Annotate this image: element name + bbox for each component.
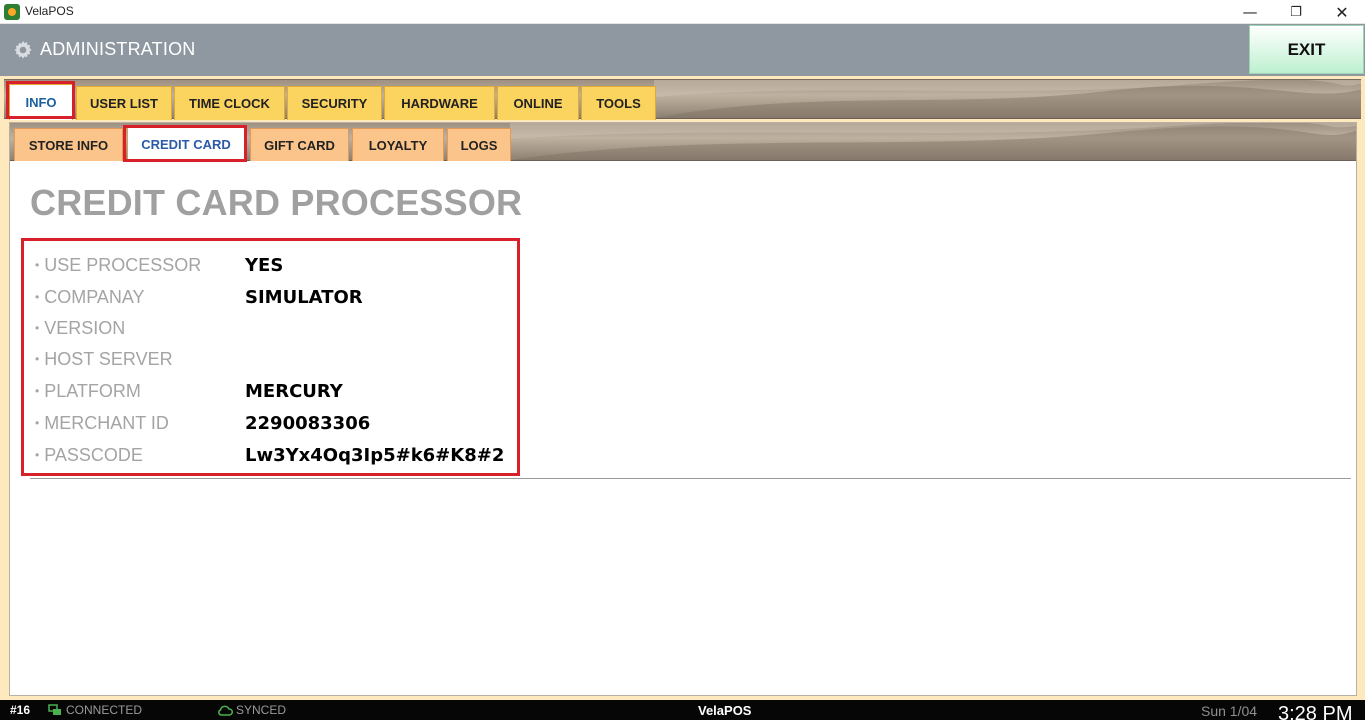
subtab-store-info[interactable]: STORE INFO (14, 128, 123, 161)
tab-security[interactable]: SECURITY (287, 86, 382, 120)
window-title: VelaPOS (25, 4, 74, 18)
label-use-processor: • USE PROCESSOR (35, 255, 202, 275)
brand-label: VelaPOS (698, 703, 752, 718)
label-passcode: • PASSCODE (35, 445, 143, 465)
value-platform: MERCURY (245, 381, 343, 402)
label-platform: • PLATFORM (35, 381, 141, 401)
exit-button[interactable]: EXIT (1249, 25, 1364, 74)
label-host-server: • HOST SERVER (35, 349, 173, 369)
main-tab-strip: INFO USER LIST TIME CLOCK SECURITY HARDW… (4, 79, 1361, 120)
value-passcode: Lw3Yx4Oq3Ip5#k6#K8#2 (245, 445, 505, 466)
tab-info[interactable]: INFO (9, 84, 73, 120)
tab-user-list[interactable]: USER LIST (76, 86, 172, 120)
network-connected-icon (48, 704, 61, 715)
close-button[interactable]: ✕ (1319, 0, 1365, 24)
sync-status: SYNCED (236, 703, 287, 717)
tab-time-clock[interactable]: TIME CLOCK (174, 86, 285, 120)
page-title: ADMINISTRATION (40, 39, 196, 59)
label-version: • VERSION (35, 318, 126, 338)
label-company: • COMPANAY (35, 287, 145, 307)
main-frame: INFO USER LIST TIME CLOCK SECURITY HARDW… (0, 76, 1365, 700)
tab-tools[interactable]: TOOLS (581, 86, 656, 120)
value-merchant-id: 2290083306 (245, 413, 371, 434)
admin-header: ADMINISTRATION (0, 24, 1365, 76)
label-merchant-id: • MERCHANT ID (35, 413, 169, 433)
window-titlebar: VelaPOS — ❐ ✕ (0, 0, 1365, 24)
minimize-button[interactable]: — (1227, 0, 1273, 24)
value-company: SIMULATOR (245, 287, 363, 308)
connection-status: CONNECTED (66, 703, 143, 717)
gear-icon (14, 40, 32, 59)
status-time: 3:28 PM (1278, 703, 1353, 720)
section-title: CREDIT CARD PROCESSOR (30, 182, 523, 223)
subtab-loyalty[interactable]: LOYALTY (352, 128, 444, 161)
tab-hardware[interactable]: HARDWARE (384, 86, 495, 120)
station-number: #16 (10, 703, 31, 717)
subtab-credit-card[interactable]: CREDIT CARD (127, 126, 245, 162)
maximize-button[interactable]: ❐ (1273, 0, 1319, 24)
status-date: Sun 1/04 (1201, 703, 1258, 719)
subtab-gift-card[interactable]: GIFT CARD (250, 128, 349, 161)
app-logo-icon (4, 4, 20, 20)
value-use-processor: YES (245, 255, 284, 276)
status-bar: #16 CONNECTED SYNCED VelaPOS Sun 1/04 3:… (0, 700, 1365, 720)
subtab-logs[interactable]: LOGS (447, 128, 511, 161)
sub-tab-strip: STORE INFO CREDIT CARD GIFT CARD LOYALTY… (10, 123, 1356, 162)
tab-online[interactable]: ONLINE (497, 86, 579, 120)
cloud-synced-icon (218, 705, 233, 716)
content-divider (30, 478, 1351, 479)
